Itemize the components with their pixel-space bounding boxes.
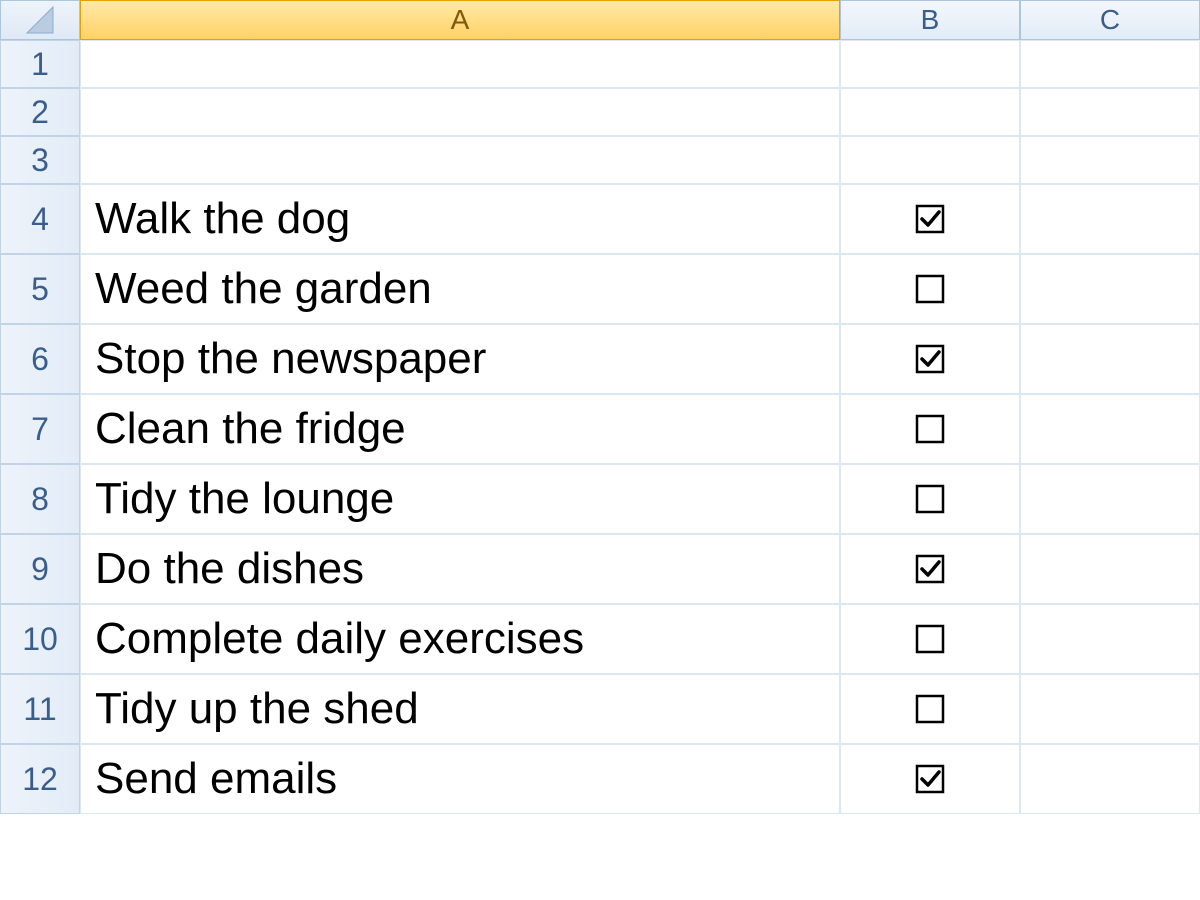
row-header-12[interactable]: 12 bbox=[0, 744, 80, 814]
cell-b6[interactable] bbox=[840, 324, 1020, 394]
cell-b11[interactable] bbox=[840, 674, 1020, 744]
cell-c11[interactable] bbox=[1020, 674, 1200, 744]
cell-c4[interactable] bbox=[1020, 184, 1200, 254]
cell-a12[interactable]: Send emails bbox=[80, 744, 840, 814]
row-header-7[interactable]: 7 bbox=[0, 394, 80, 464]
checkbox-row-4[interactable] bbox=[914, 203, 946, 235]
cell-a1[interactable] bbox=[80, 40, 840, 88]
cell-b7[interactable] bbox=[840, 394, 1020, 464]
cell-a7[interactable]: Clean the fridge bbox=[80, 394, 840, 464]
select-all-corner[interactable] bbox=[0, 0, 80, 40]
cell-c1[interactable] bbox=[1020, 40, 1200, 88]
checkbox-row-10[interactable] bbox=[914, 623, 946, 655]
cell-c8[interactable] bbox=[1020, 464, 1200, 534]
column-header-b[interactable]: B bbox=[840, 0, 1020, 40]
cell-c6[interactable] bbox=[1020, 324, 1200, 394]
checkbox-row-9[interactable] bbox=[914, 553, 946, 585]
cell-b5[interactable] bbox=[840, 254, 1020, 324]
cell-b8[interactable] bbox=[840, 464, 1020, 534]
row-header-5[interactable]: 5 bbox=[0, 254, 80, 324]
row-header-11[interactable]: 11 bbox=[0, 674, 80, 744]
cell-a10[interactable]: Complete daily exercises bbox=[80, 604, 840, 674]
cell-a9[interactable]: Do the dishes bbox=[80, 534, 840, 604]
cell-a3[interactable] bbox=[80, 136, 840, 184]
cell-b2[interactable] bbox=[840, 88, 1020, 136]
cell-b10[interactable] bbox=[840, 604, 1020, 674]
checkbox-row-12[interactable] bbox=[914, 763, 946, 795]
column-header-c[interactable]: C bbox=[1020, 0, 1200, 40]
checkbox-row-6[interactable] bbox=[914, 343, 946, 375]
cell-a2[interactable] bbox=[80, 88, 840, 136]
cell-b12[interactable] bbox=[840, 744, 1020, 814]
cell-a8[interactable]: Tidy the lounge bbox=[80, 464, 840, 534]
checkbox-row-11[interactable] bbox=[914, 693, 946, 725]
cell-c9[interactable] bbox=[1020, 534, 1200, 604]
cell-a6[interactable]: Stop the newspaper bbox=[80, 324, 840, 394]
cell-c3[interactable] bbox=[1020, 136, 1200, 184]
checkbox-row-7[interactable] bbox=[914, 413, 946, 445]
cell-b1[interactable] bbox=[840, 40, 1020, 88]
row-header-8[interactable]: 8 bbox=[0, 464, 80, 534]
cell-c12[interactable] bbox=[1020, 744, 1200, 814]
cell-b9[interactable] bbox=[840, 534, 1020, 604]
cell-a4[interactable]: Walk the dog bbox=[80, 184, 840, 254]
row-header-2[interactable]: 2 bbox=[0, 88, 80, 136]
column-header-a[interactable]: A bbox=[80, 0, 840, 40]
checkbox-row-8[interactable] bbox=[914, 483, 946, 515]
cell-b4[interactable] bbox=[840, 184, 1020, 254]
row-header-3[interactable]: 3 bbox=[0, 136, 80, 184]
row-header-6[interactable]: 6 bbox=[0, 324, 80, 394]
cell-a11[interactable]: Tidy up the shed bbox=[80, 674, 840, 744]
row-header-10[interactable]: 10 bbox=[0, 604, 80, 674]
checkbox-row-5[interactable] bbox=[914, 273, 946, 305]
cell-c2[interactable] bbox=[1020, 88, 1200, 136]
cell-c5[interactable] bbox=[1020, 254, 1200, 324]
cell-c7[interactable] bbox=[1020, 394, 1200, 464]
row-header-4[interactable]: 4 bbox=[0, 184, 80, 254]
cell-a5[interactable]: Weed the garden bbox=[80, 254, 840, 324]
cell-c10[interactable] bbox=[1020, 604, 1200, 674]
row-header-1[interactable]: 1 bbox=[0, 40, 80, 88]
row-header-9[interactable]: 9 bbox=[0, 534, 80, 604]
cell-b3[interactable] bbox=[840, 136, 1020, 184]
